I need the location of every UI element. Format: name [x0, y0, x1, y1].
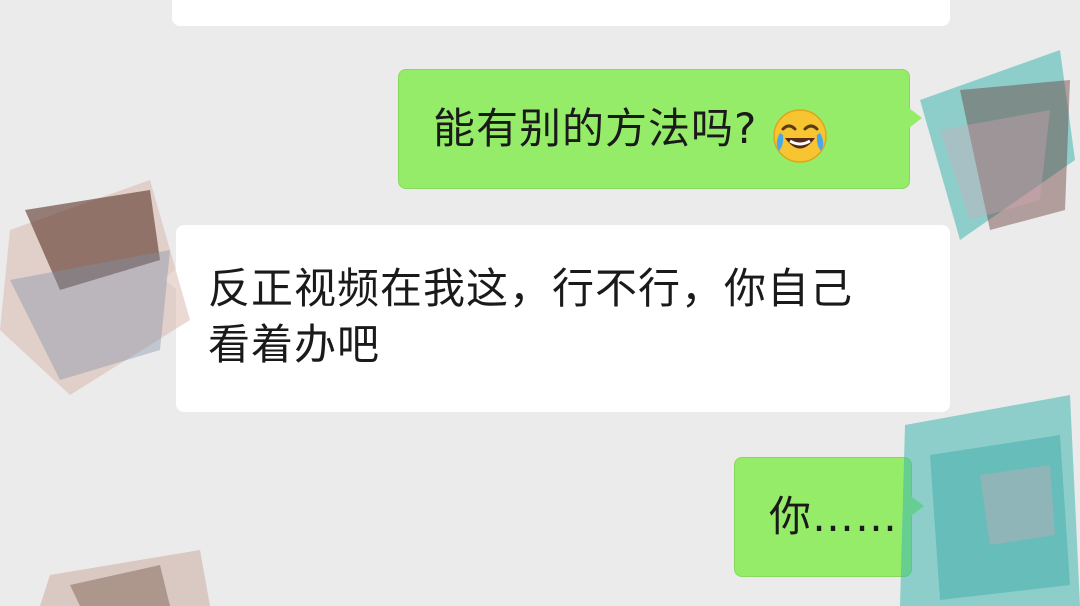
- message-text: 能有别的方法吗?: [433, 104, 758, 153]
- crying-laughing-emoji-icon: [771, 107, 829, 165]
- message-bubble-outgoing[interactable]: 你……: [734, 457, 924, 577]
- censor-scribble-bottom-left: [40, 550, 210, 606]
- message-bubble-incoming[interactable]: 反正视频在我这，行不行，你自己 看着办吧: [164, 225, 950, 412]
- message-bubble-outgoing[interactable]: 能有别的方法吗?: [398, 69, 922, 189]
- censor-scribble-top-right: [920, 50, 1075, 240]
- message-text: 反正视频在我这，行不行，你自己 看着办吧: [208, 264, 854, 369]
- chat-conversation: 能有别的方法吗? 反正视频在我这，行不行，你自己 看着办吧 你……: [0, 0, 1080, 606]
- message-text: 你……: [769, 492, 899, 541]
- message-bubble-incoming[interactable]: [172, 0, 950, 26]
